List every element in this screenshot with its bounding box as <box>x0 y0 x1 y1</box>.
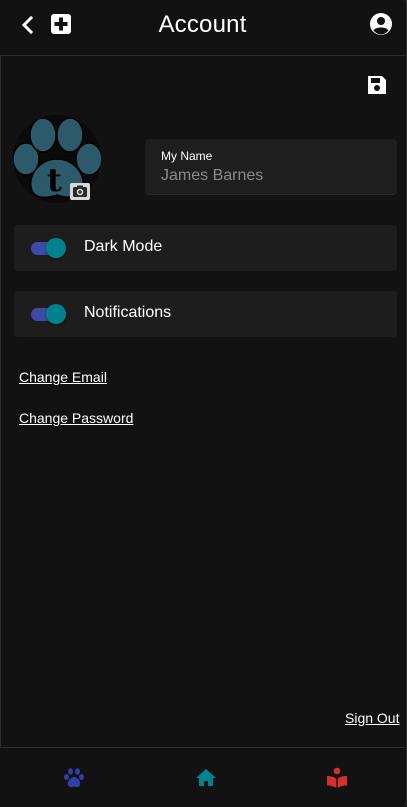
nav-home-button[interactable] <box>195 767 217 789</box>
svg-text:t: t <box>47 161 62 199</box>
profile-avatar[interactable]: t <box>13 115 103 205</box>
name-field-label: My Name <box>161 149 213 163</box>
nav-learn-button[interactable] <box>326 767 348 789</box>
dark-mode-label: Dark Mode <box>84 238 163 255</box>
name-input[interactable]: My Name James Barnes <box>145 139 397 195</box>
page-title: Account <box>158 11 247 38</box>
paw-icon <box>64 768 84 788</box>
dark-mode-toggle[interactable] <box>31 238 67 258</box>
notifications-toggle[interactable] <box>31 304 67 324</box>
notifications-row: Notifications <box>14 291 397 337</box>
toggle-thumb <box>46 238 66 258</box>
toggle-thumb <box>46 304 66 324</box>
camera-plus-icon <box>73 185 87 197</box>
change-photo-button[interactable] <box>70 183 90 200</box>
notifications-label: Notifications <box>84 304 172 321</box>
save-button[interactable] <box>366 74 388 96</box>
dark-mode-row: Dark Mode <box>14 225 397 271</box>
book-reader-icon <box>327 767 347 788</box>
account-circle-icon <box>370 13 392 35</box>
bottom-navigation <box>0 747 405 807</box>
nav-pets-button[interactable] <box>63 767 85 789</box>
floppy-disk-icon <box>368 76 386 94</box>
top-app-bar: Account <box>0 0 405 56</box>
name-field-value[interactable]: James Barnes <box>161 167 263 185</box>
change-email-link[interactable]: Change Email <box>19 369 107 385</box>
account-button[interactable] <box>369 12 393 36</box>
change-password-link[interactable]: Change Password <box>19 410 133 426</box>
home-icon <box>196 769 216 786</box>
sign-out-link[interactable]: Sign Out <box>345 710 399 726</box>
